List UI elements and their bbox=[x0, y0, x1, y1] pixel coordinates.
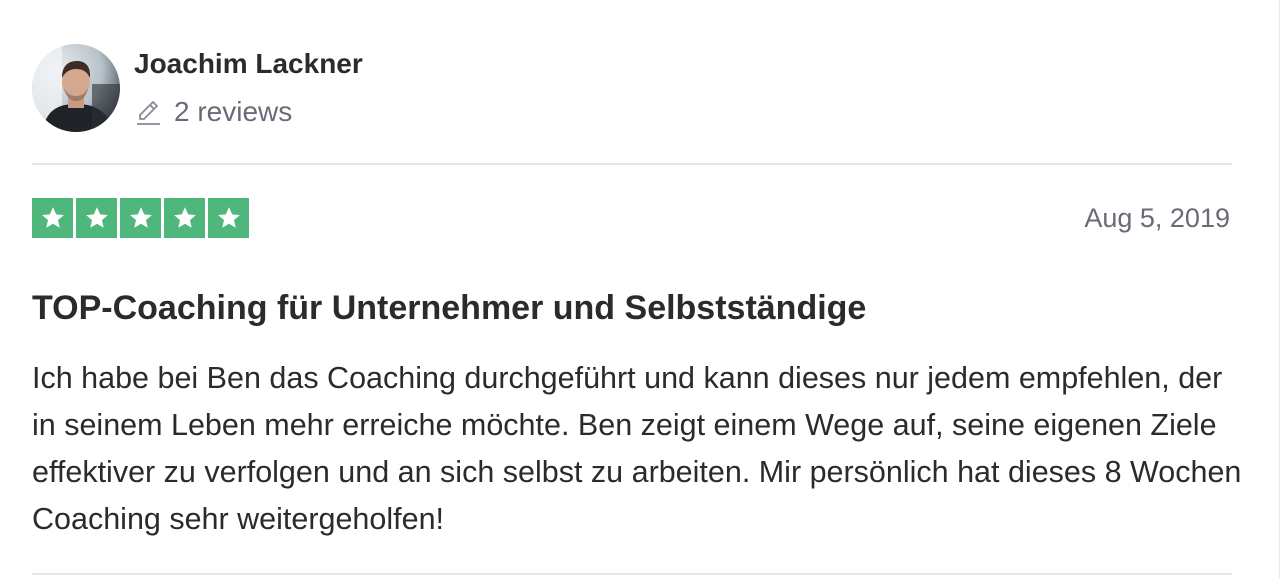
avatar[interactable] bbox=[32, 44, 120, 132]
divider bbox=[32, 573, 1232, 575]
review-title[interactable]: TOP-Coaching für Unternehmer und Selbsts… bbox=[32, 289, 866, 328]
star-icon bbox=[120, 198, 161, 238]
divider bbox=[32, 163, 1232, 165]
star-icon bbox=[208, 198, 249, 238]
star-icon bbox=[76, 198, 117, 238]
pencil-icon bbox=[134, 97, 164, 127]
reviewer-name[interactable]: Joachim Lackner bbox=[134, 48, 363, 80]
review-card: Joachim Lackner 2 reviews Aug 5, 2019 TO… bbox=[0, 0, 1286, 578]
reviews-count-link[interactable]: 2 reviews bbox=[134, 95, 292, 129]
review-body: Ich habe bei Ben das Coaching durchgefüh… bbox=[32, 361, 1242, 536]
star-icon bbox=[32, 198, 73, 238]
reviews-count-label: 2 reviews bbox=[174, 96, 293, 127]
star-rating bbox=[32, 198, 249, 238]
scroll-edge bbox=[1279, 0, 1280, 578]
star-icon bbox=[164, 198, 205, 238]
review-date: Aug 5, 2019 bbox=[1084, 203, 1230, 233]
avatar-photo-icon bbox=[32, 44, 120, 132]
